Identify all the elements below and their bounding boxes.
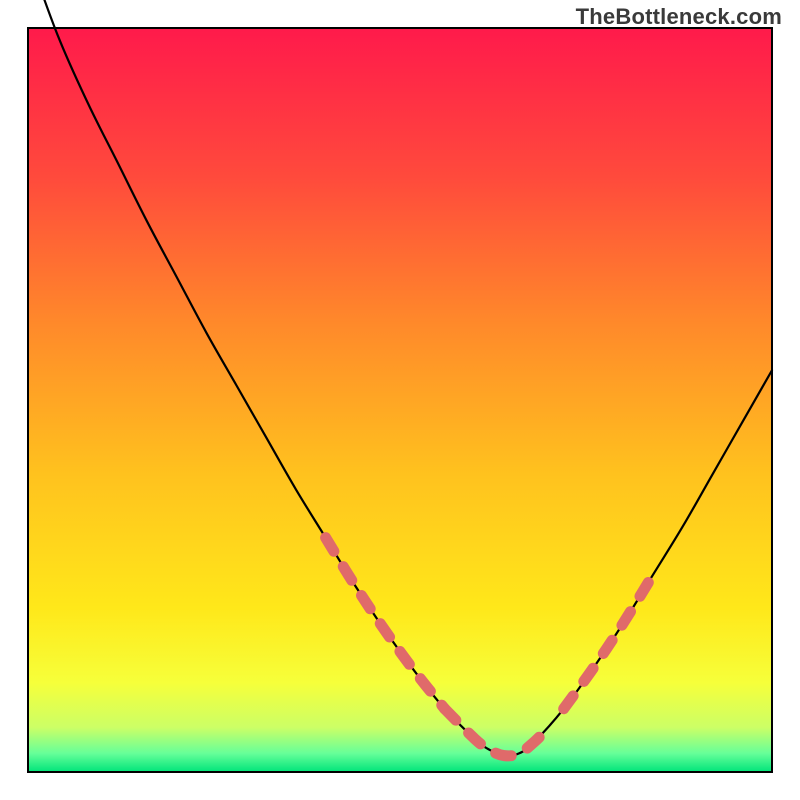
bottleneck-curve-plot [0, 0, 800, 800]
chart-stage: TheBottleneck.com [0, 0, 800, 800]
